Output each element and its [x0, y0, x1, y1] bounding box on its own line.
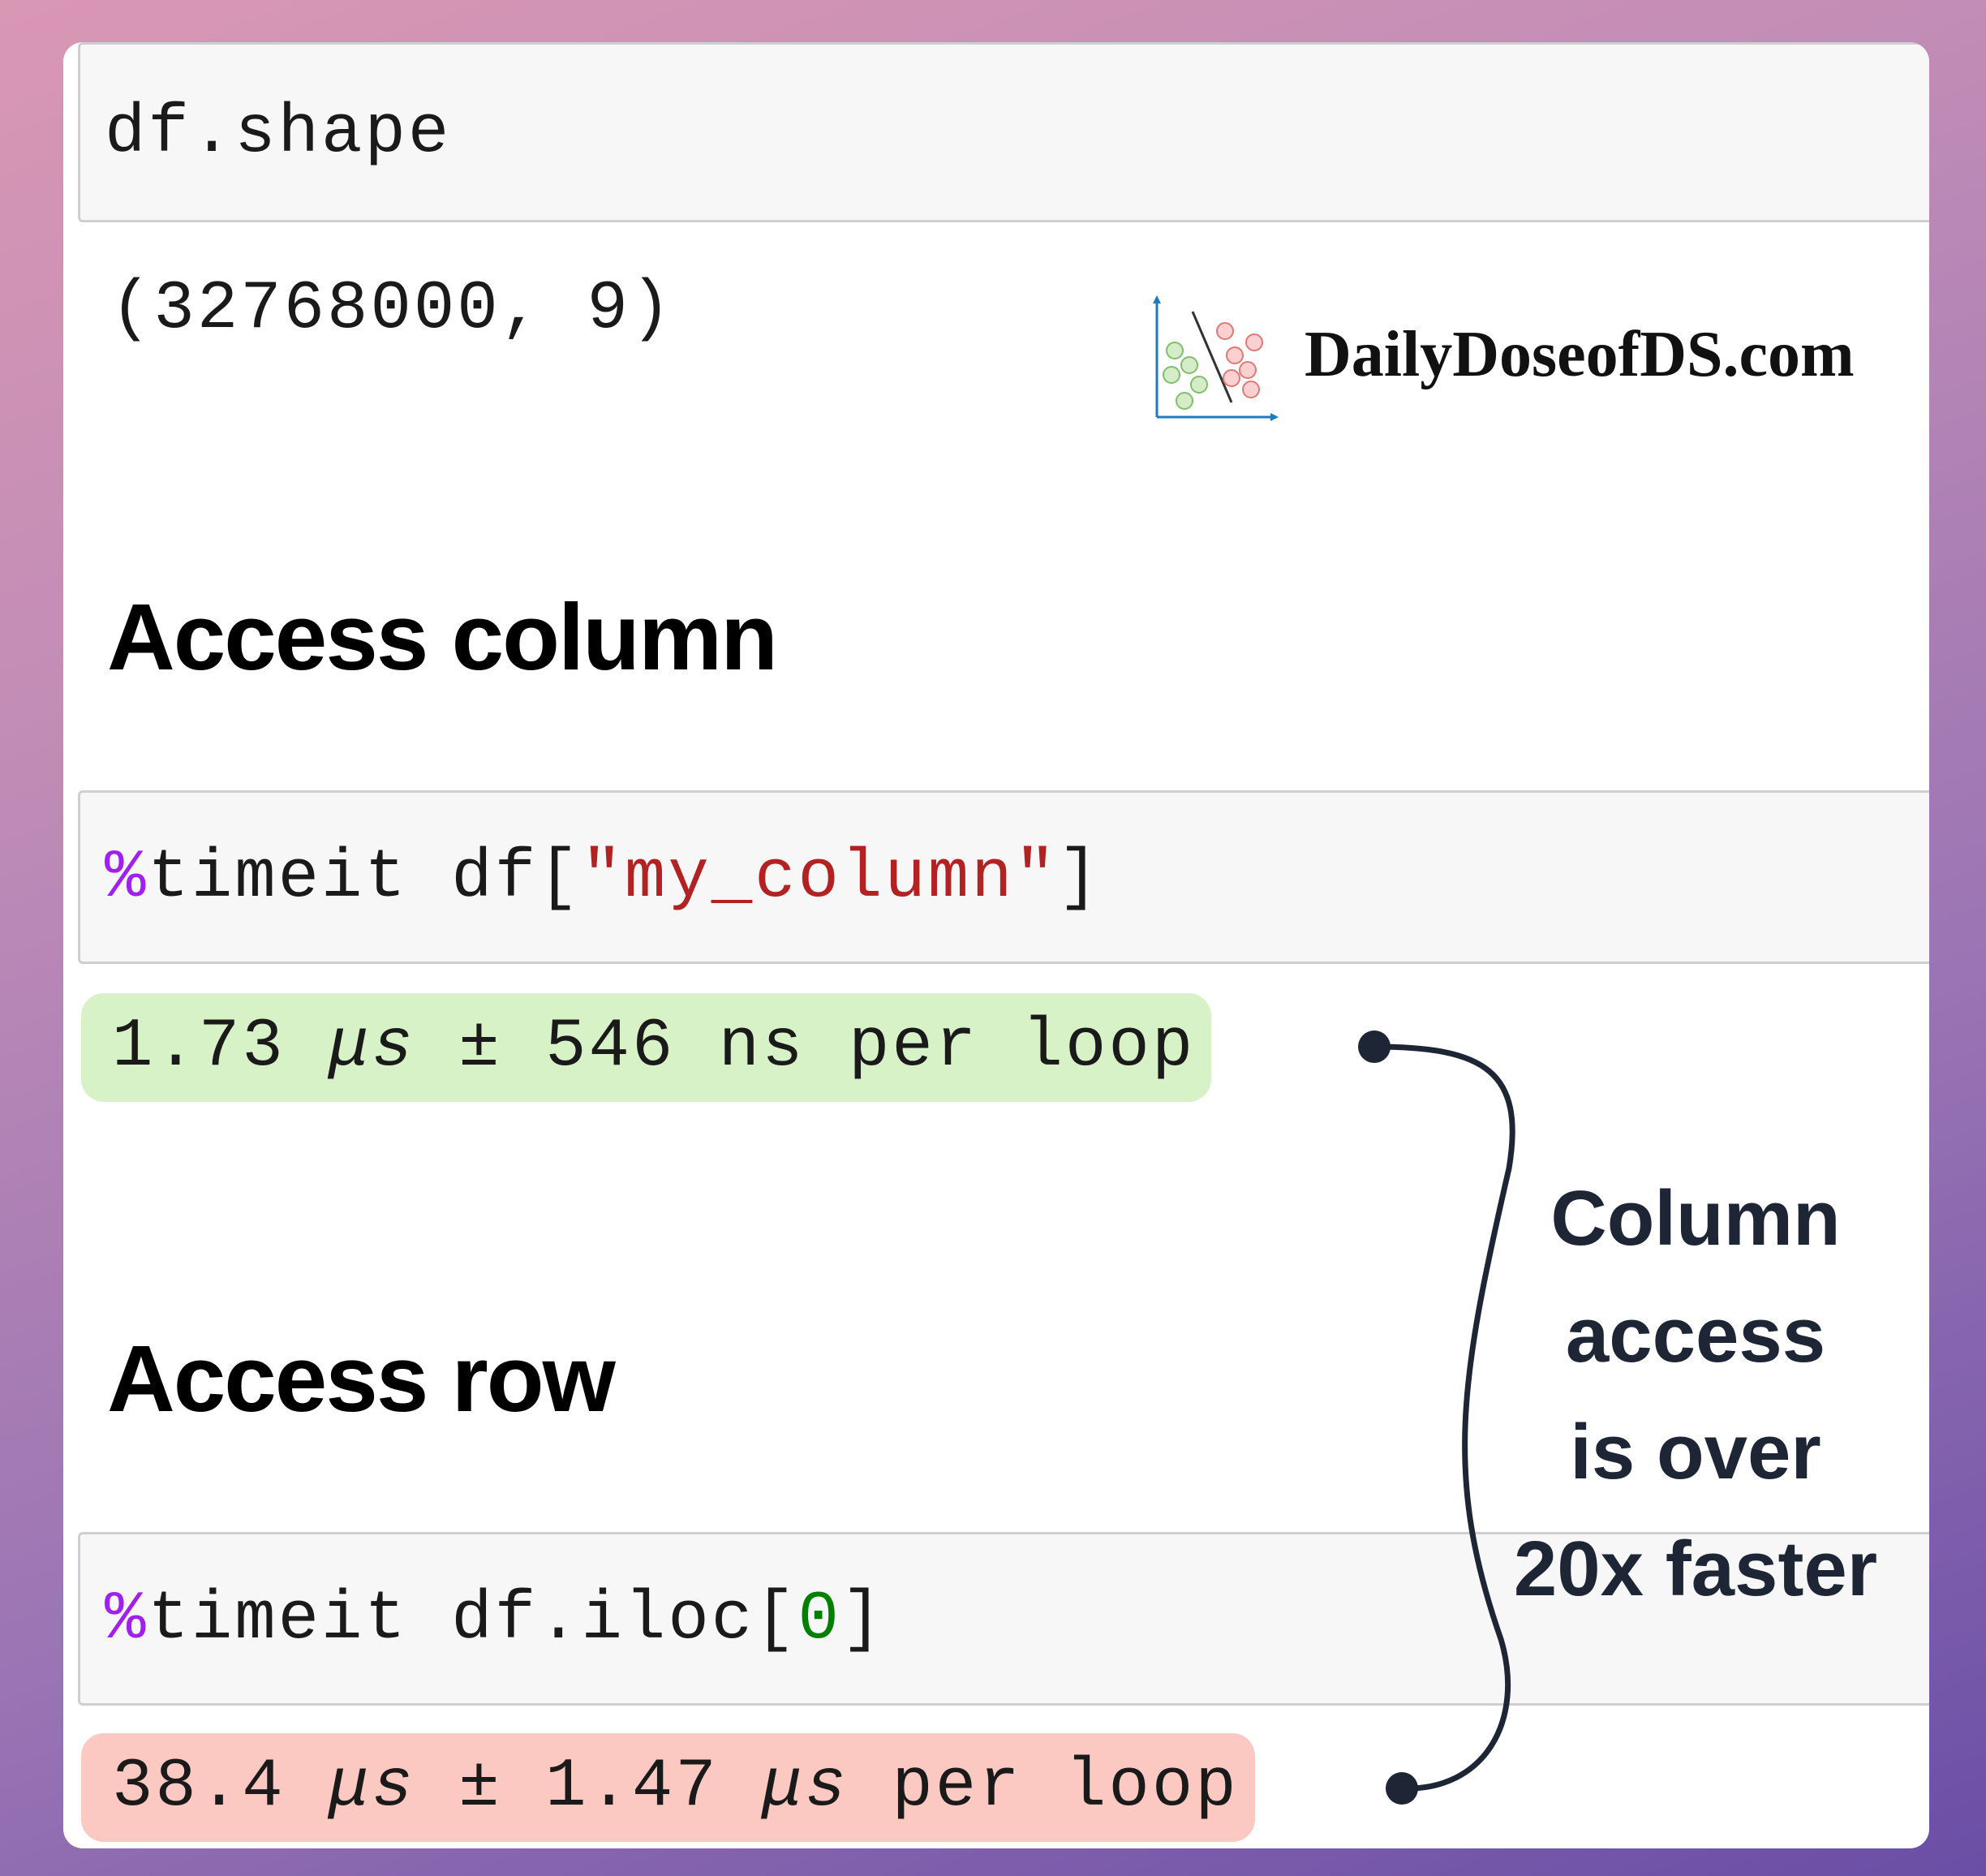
annotation-line: access [1565, 1292, 1826, 1379]
connector-dot-bottom [1386, 1772, 1418, 1805]
annotation-line: Column [1550, 1175, 1841, 1262]
annotation-line: is over [1570, 1409, 1821, 1495]
speed-annotation: Column access is over 20x faster [1444, 1160, 1947, 1628]
connector-dot-top [1358, 1031, 1391, 1063]
annotation-line: 20x faster [1513, 1525, 1878, 1612]
